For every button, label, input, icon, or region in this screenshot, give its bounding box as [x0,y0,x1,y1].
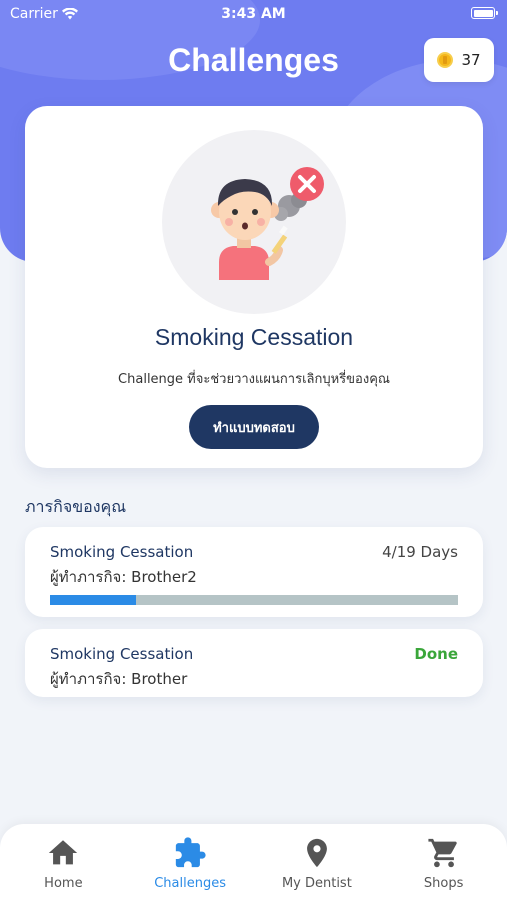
puzzle-icon [175,837,206,868]
mission-name: Smoking Cessation [50,645,194,663]
battery-icon [471,7,498,19]
mission-status-done: Done [414,645,458,663]
mission-owner: ผู้ทำภารกิจ: Brother2 [50,568,197,586]
challenge-description: Challenge ที่จะช่วยวางแผนการเลิกบุหรี่ขอ… [118,372,390,387]
home-icon [49,840,78,865]
nav-label: Shops [423,876,464,891]
nav-item-my-dentist[interactable]: My Dentist [254,824,381,900]
coin-balance-badge[interactable]: 37 [424,38,494,82]
cart-icon [428,838,457,868]
coin-count: 37 [461,51,481,69]
featured-challenge-card: Smoking Cessation Challenge ที่จะช่วยวาง… [25,106,483,468]
mission-name: Smoking Cessation [50,543,194,561]
bottom-navigation: Home Challenges My Dentist Shops [0,824,507,900]
mission-card[interactable]: Smoking Cessation ผู้ทำภารกิจ: Brother2 … [25,527,483,617]
status-bar: Carrier 3:43 AM [0,0,507,28]
take-quiz-button[interactable]: ทำแบบทดสอบ [189,405,319,449]
challenge-title: Smoking Cessation [154,324,354,350]
missions-section-title: ภารกิจของคุณ [25,497,127,516]
nav-label: Challenges [154,876,227,891]
nav-item-home[interactable]: Home [0,824,127,900]
nav-item-challenges[interactable]: Challenges [127,824,254,900]
nav-label: My Dentist [281,876,352,891]
nav-item-shops[interactable]: Shops [380,824,507,900]
mission-card[interactable]: Smoking Cessation ผู้ทำภารกิจ: Brother D… [25,629,483,697]
mission-progress-bar [50,595,458,605]
mission-owner: ผู้ทำภารกิจ: Brother [50,670,188,688]
mission-progress-fill [50,595,136,605]
map-pin-icon [306,838,327,868]
mission-progress-text: 4/19 Days [382,543,458,561]
coin-icon [437,52,454,68]
quit-smoking-illustration-icon [211,167,324,280]
status-time: 3:43 AM [221,6,286,22]
nav-label: Home [44,876,83,891]
